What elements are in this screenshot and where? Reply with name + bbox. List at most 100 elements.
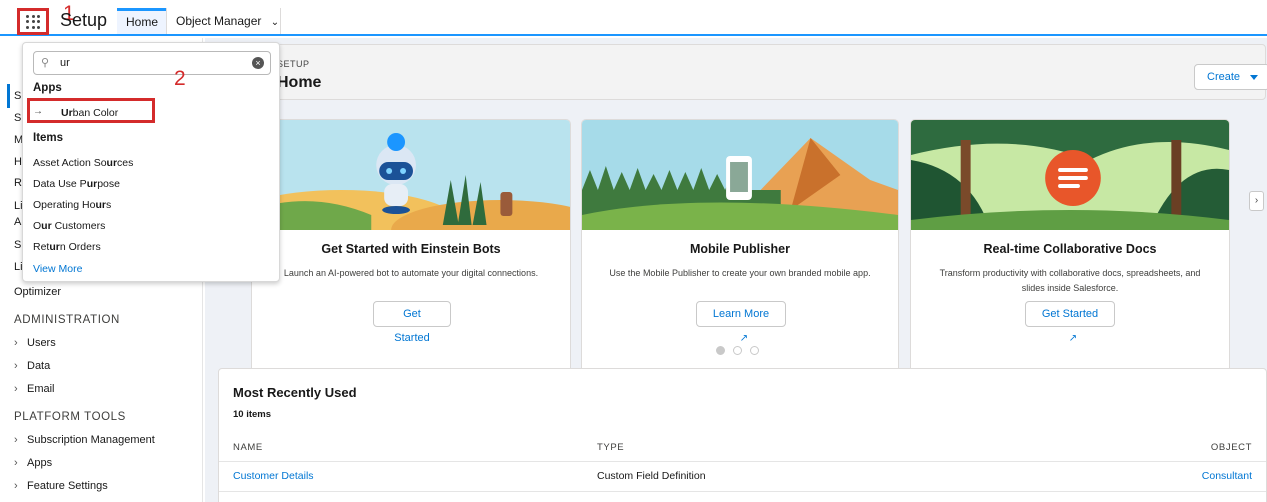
app-item-urban-color[interactable]: Urban Color: [61, 107, 118, 119]
sidebar-item-label: Email: [27, 383, 55, 395]
sidebar-item-label: Apps: [27, 457, 53, 469]
column-header-type[interactable]: TYPE: [597, 442, 624, 453]
learn-more-button[interactable]: Learn More↗: [696, 301, 786, 344]
create-button-label: Create: [1207, 71, 1241, 83]
page-header: SETUP Home Create: [218, 44, 1267, 100]
app-launcher-button[interactable]: [17, 8, 49, 35]
match-suffix: pose: [97, 178, 120, 190]
card-einstein-bots: Get Started with Einstein Bots Launch an…: [251, 119, 571, 377]
view-more-link[interactable]: View More: [33, 263, 82, 275]
urban-color-app-icon: →: [33, 106, 43, 117]
card-collaborative-docs: Real-time Collaborative Docs Transform p…: [910, 119, 1230, 377]
collaborative-docs-illustration: [911, 120, 1229, 230]
match-highlight: ur: [86, 178, 98, 190]
match-highlight: ur: [49, 241, 60, 253]
sidebar-item-label: Data: [27, 360, 51, 372]
annotation-step-2: 2: [174, 67, 186, 90]
get-started-label: Get Started: [1041, 308, 1099, 320]
item-asset-action-sources[interactable]: Asset Action Sources: [33, 157, 133, 169]
setup-home-content: SETUP Home Create Get Started with Einst…: [205, 38, 1267, 502]
match-prefix: Data Use P: [33, 178, 87, 190]
match-highlight: ur: [41, 220, 52, 232]
table-divider: [219, 491, 1266, 492]
sidebar-selection-indicator: [7, 84, 10, 108]
app-launcher-dropdown: ⚲ ur × 2 Apps → Urban Color Items Asset …: [22, 42, 280, 282]
column-header-name[interactable]: NAME: [233, 442, 263, 453]
table-row-type: Custom Field Definition: [597, 470, 706, 482]
sidebar-item-partial[interactable]: R: [14, 177, 22, 189]
einstein-bot-illustration: [252, 120, 570, 230]
tab-object-manager[interactable]: Object Manager ⌄: [167, 8, 288, 34]
match-suffix: ban Color: [72, 107, 119, 119]
chevron-right-icon: ›: [1254, 195, 1259, 206]
apps-heading: Apps: [33, 82, 62, 94]
sidebar-item-partial[interactable]: A: [14, 216, 21, 228]
create-button[interactable]: Create: [1194, 64, 1267, 90]
carousel-indicators: [716, 346, 759, 355]
item-data-use-purpose[interactable]: Data Use Purpose: [33, 178, 120, 190]
card-title: Mobile Publisher: [689, 242, 790, 256]
card-description: Launch an AI-powered bot to automate you…: [283, 268, 539, 278]
chevron-down-icon: ⌄: [270, 17, 280, 28]
chevron-right-icon: ›: [14, 337, 18, 349]
search-input-value[interactable]: ur: [60, 57, 70, 69]
table-row-object-link[interactable]: Consultant: [1202, 470, 1252, 482]
sidebar-item-label: Users: [27, 337, 56, 349]
tab-home[interactable]: Home: [117, 8, 168, 34]
external-link-icon: ↗: [1068, 333, 1078, 344]
sidebar-item-feature-settings[interactable]: › Feature Settings: [14, 480, 108, 492]
chevron-right-icon: ›: [14, 383, 18, 395]
sidebar-heading-administration: ADMINISTRATION: [14, 314, 120, 326]
match-suffix: n Orders: [59, 241, 101, 253]
carousel-next-button[interactable]: ›: [1249, 191, 1264, 211]
breadcrumb: SETUP: [277, 59, 310, 69]
item-return-orders[interactable]: Return Orders: [33, 241, 101, 253]
carousel-dot-active[interactable]: [716, 346, 725, 355]
page-title: Home: [277, 74, 322, 91]
get-started-button[interactable]: Get Started: [373, 301, 451, 344]
table-divider: [219, 461, 1266, 462]
card-mobile-publisher: Mobile Publisher Use the Mobile Publishe…: [581, 119, 899, 377]
card-title: Real-time Collaborative Docs: [983, 242, 1157, 256]
app-launcher-search[interactable]: ⚲ ur ×: [33, 51, 271, 75]
sidebar-item-email[interactable]: › Email: [14, 383, 55, 395]
card-title: Get Started with Einstein Bots: [321, 242, 501, 256]
sidebar-heading-platform-tools: PLATFORM TOOLS: [14, 411, 126, 423]
sidebar-item-partial[interactable]: S: [14, 239, 21, 251]
clear-search-icon[interactable]: ×: [252, 57, 264, 69]
sidebar-item-partial[interactable]: H: [14, 156, 22, 168]
item-our-customers[interactable]: Our Customers: [33, 220, 105, 232]
chevron-right-icon: ›: [14, 480, 18, 492]
sidebar-item-users[interactable]: › Users: [14, 337, 56, 349]
card-description: Transform productivity with collaborativ…: [939, 268, 1201, 293]
sidebar-item-label: Feature Settings: [27, 480, 108, 492]
table-row-name-link[interactable]: Customer Details: [233, 470, 314, 482]
sidebar-item-partial[interactable]: S: [14, 90, 21, 102]
app-launcher-icon: [26, 14, 40, 29]
sidebar-item-subscription-management[interactable]: › Subscription Management: [14, 434, 155, 446]
tab-divider: [280, 8, 281, 34]
global-header: 1 Setup Home Object Manager ⌄: [0, 0, 1267, 36]
match-highlight: Ur: [61, 107, 73, 119]
match-prefix: Ret: [33, 241, 50, 253]
get-started-button[interactable]: Get Started ↗: [1025, 301, 1115, 344]
chevron-right-icon: ›: [14, 434, 18, 446]
match-highlight: ur: [106, 157, 118, 169]
carousel-dot[interactable]: [750, 346, 759, 355]
match-highlight: ur: [95, 199, 106, 211]
item-operating-hours[interactable]: Operating Hours: [33, 199, 111, 211]
match-prefix: O: [33, 220, 42, 232]
mobile-publisher-illustration: [582, 120, 898, 230]
sidebar-item-data[interactable]: › Data: [14, 360, 50, 372]
chevron-right-icon: ›: [14, 360, 18, 372]
sidebar-item-partial[interactable]: S: [14, 112, 21, 124]
match-suffix: Customers: [51, 220, 106, 232]
items-heading: Items: [33, 132, 64, 144]
carousel-dot[interactable]: [733, 346, 742, 355]
column-header-object[interactable]: OBJECT: [1211, 442, 1252, 453]
sidebar-item-apps[interactable]: › Apps: [14, 457, 52, 469]
search-icon: ⚲: [41, 57, 50, 69]
match-prefix: Operating Ho: [33, 199, 96, 211]
match-suffix: s: [105, 199, 112, 211]
sidebar-item-optimizer[interactable]: Optimizer: [14, 286, 61, 298]
